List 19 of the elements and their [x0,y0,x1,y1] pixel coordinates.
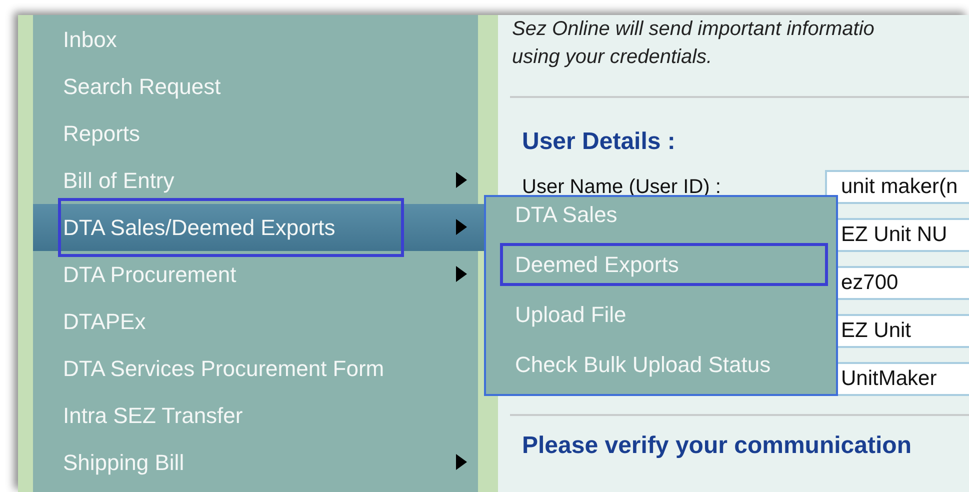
menu-item[interactable]: Intra SEZ Transfer [33,392,478,439]
menu-item[interactable]: Search Request [33,63,478,110]
section-title: User Details : [522,128,676,156]
notice-text: using your credentials. [512,45,714,70]
menu-item[interactable]: DTA Procurement [33,251,478,298]
menu-item[interactable]: Bill of Entry [33,157,478,204]
menu-item[interactable]: Inbox [33,16,478,63]
menu-item[interactable]: DTA Services Procurement Form [33,345,478,392]
menu-item[interactable]: Reports [33,110,478,157]
menu-item[interactable]: Shipping Bill [33,439,478,486]
notice-text: Sez Online will send important informatio [512,17,876,42]
field-label: User Name (User ID) : [522,176,721,198]
submenu-item[interactable]: Check Bulk Upload Status [486,340,836,390]
submenu-item[interactable]: Upload File [486,290,836,340]
section-title: Please verify your communication [522,432,912,460]
menu-item[interactable]: DTA Sales/Deemed Exports [33,204,484,251]
input-field[interactable]: unit maker(n [825,170,969,204]
menu-item[interactable]: DTAPEx [33,298,478,345]
submenu-item[interactable]: Deemed Exports [486,240,836,290]
